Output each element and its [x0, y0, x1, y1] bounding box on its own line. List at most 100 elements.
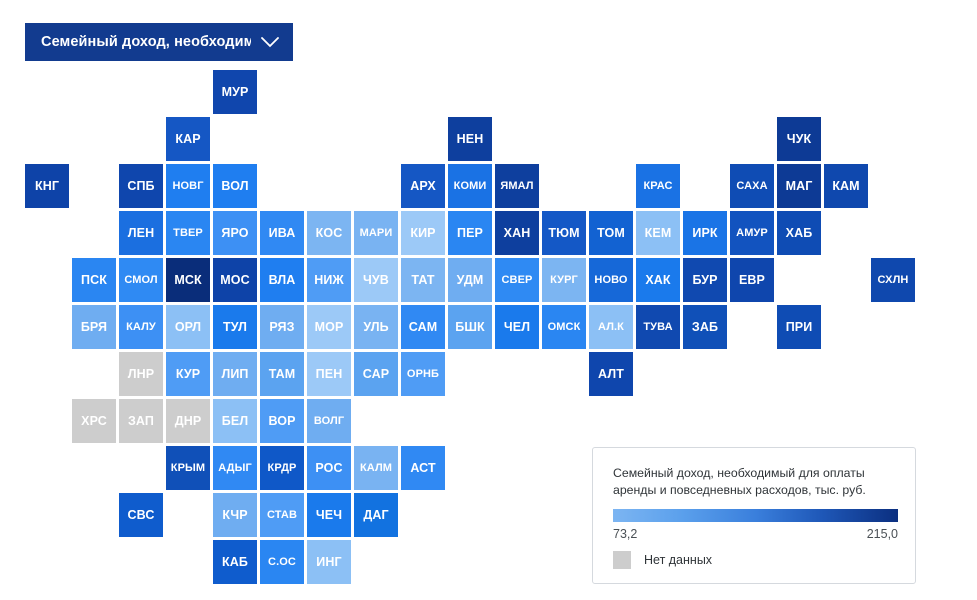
region-tile[interactable]: ЛЕН: [119, 211, 163, 255]
region-tile-label: ПРИ: [785, 319, 813, 334]
region-tile[interactable]: РОС: [307, 446, 351, 490]
region-tile[interactable]: САХА: [730, 164, 774, 208]
region-tile[interactable]: ДАГ: [354, 493, 398, 537]
region-tile[interactable]: КУР: [166, 352, 210, 396]
region-tile[interactable]: САР: [354, 352, 398, 396]
region-tile[interactable]: ЛИП: [213, 352, 257, 396]
region-tile[interactable]: ПЕР: [448, 211, 492, 255]
region-tile[interactable]: КНГ: [25, 164, 69, 208]
region-tile[interactable]: КРАС: [636, 164, 680, 208]
region-tile[interactable]: ВОЛ: [213, 164, 257, 208]
region-tile[interactable]: САМ: [401, 305, 445, 349]
region-tile-label: НОВГ: [172, 179, 204, 192]
region-tile[interactable]: ЧЕЛ: [495, 305, 539, 349]
region-tile[interactable]: НЕН: [448, 117, 492, 161]
region-tile[interactable]: РЯЗ: [260, 305, 304, 349]
region-tile[interactable]: ИНГ: [307, 540, 351, 584]
region-tile-label: КРДР: [267, 461, 297, 474]
region-tile[interactable]: АЛ.К: [589, 305, 633, 349]
region-tile[interactable]: ЯМАЛ: [495, 164, 539, 208]
region-tile[interactable]: КОС: [307, 211, 351, 255]
region-tile[interactable]: КУРГ: [542, 258, 586, 302]
region-tile[interactable]: ЗАБ: [683, 305, 727, 349]
region-tile[interactable]: ПРИ: [777, 305, 821, 349]
region-tile[interactable]: КАЛУ: [119, 305, 163, 349]
region-tile[interactable]: АРХ: [401, 164, 445, 208]
region-tile[interactable]: ЕВР: [730, 258, 774, 302]
region-tile[interactable]: ЯРО: [213, 211, 257, 255]
region-tile[interactable]: СВЕР: [495, 258, 539, 302]
region-tile-label: БУР: [692, 272, 718, 287]
region-tile[interactable]: СПБ: [119, 164, 163, 208]
region-tile-label: ДНР: [174, 413, 202, 428]
region-tile[interactable]: МАГ: [777, 164, 821, 208]
region-tile[interactable]: ТУВА: [636, 305, 680, 349]
region-tile-label: ТЮМ: [548, 225, 580, 240]
region-tile[interactable]: МСК: [166, 258, 210, 302]
region-tile[interactable]: БШК: [448, 305, 492, 349]
region-tile[interactable]: ЧЕЧ: [307, 493, 351, 537]
region-tile[interactable]: АСТ: [401, 446, 445, 490]
region-tile[interactable]: КАБ: [213, 540, 257, 584]
region-tile[interactable]: ТЮМ: [542, 211, 586, 255]
region-tile[interactable]: БЕЛ: [213, 399, 257, 443]
region-tile[interactable]: ОРЛ: [166, 305, 210, 349]
region-tile[interactable]: КЧР: [213, 493, 257, 537]
legend-max-label: 215,0: [866, 527, 898, 541]
region-tile[interactable]: ТОМ: [589, 211, 633, 255]
region-tile[interactable]: С.ОС: [260, 540, 304, 584]
region-tile[interactable]: УДМ: [448, 258, 492, 302]
region-tile[interactable]: АЛТ: [589, 352, 633, 396]
region-tile[interactable]: ТУЛ: [213, 305, 257, 349]
region-tile[interactable]: ХАБ: [777, 211, 821, 255]
region-tile[interactable]: ЧУК: [777, 117, 821, 161]
region-tile-label: ПЕН: [315, 366, 343, 381]
region-tile[interactable]: СВС: [119, 493, 163, 537]
region-tile[interactable]: ЧУВ: [354, 258, 398, 302]
region-tile[interactable]: ТВЕР: [166, 211, 210, 255]
region-tile[interactable]: ОМСК: [542, 305, 586, 349]
region-tile[interactable]: НОВО: [589, 258, 633, 302]
region-tile[interactable]: НИЖ: [307, 258, 351, 302]
region-tile[interactable]: ТАТ: [401, 258, 445, 302]
region-tile[interactable]: БРЯ: [72, 305, 116, 349]
region-tile[interactable]: КРЫМ: [166, 446, 210, 490]
region-tile[interactable]: СХЛН: [871, 258, 915, 302]
region-tile[interactable]: ЛНР: [119, 352, 163, 396]
region-tile[interactable]: СМОЛ: [119, 258, 163, 302]
region-tile[interactable]: ТАМ: [260, 352, 304, 396]
region-tile[interactable]: АДЫГ: [213, 446, 257, 490]
region-tile-label: КНГ: [34, 178, 60, 193]
region-tile[interactable]: СТАВ: [260, 493, 304, 537]
region-tile[interactable]: АМУР: [730, 211, 774, 255]
region-tile[interactable]: ВЛА: [260, 258, 304, 302]
region-tile[interactable]: КЕМ: [636, 211, 680, 255]
region-tile[interactable]: КРДР: [260, 446, 304, 490]
region-tile[interactable]: КАР: [166, 117, 210, 161]
region-tile[interactable]: ИРК: [683, 211, 727, 255]
region-tile[interactable]: ОРНБ: [401, 352, 445, 396]
region-tile[interactable]: БУР: [683, 258, 727, 302]
region-tile[interactable]: КАМ: [824, 164, 868, 208]
region-tile[interactable]: ХАН: [495, 211, 539, 255]
region-tile[interactable]: МУР: [213, 70, 257, 114]
region-tile[interactable]: ПЕН: [307, 352, 351, 396]
region-tile[interactable]: УЛЬ: [354, 305, 398, 349]
region-tile[interactable]: КОМИ: [448, 164, 492, 208]
region-tile[interactable]: МОР: [307, 305, 351, 349]
region-tile[interactable]: ИВА: [260, 211, 304, 255]
region-tile[interactable]: МОС: [213, 258, 257, 302]
region-tile[interactable]: ПСК: [72, 258, 116, 302]
region-tile[interactable]: ХАК: [636, 258, 680, 302]
region-tile-label: НОВО: [594, 273, 628, 286]
region-tile[interactable]: ХРС: [72, 399, 116, 443]
region-tile[interactable]: КАЛМ: [354, 446, 398, 490]
region-tile-label: ХАК: [645, 272, 671, 287]
region-tile[interactable]: ВОР: [260, 399, 304, 443]
region-tile[interactable]: НОВГ: [166, 164, 210, 208]
region-tile[interactable]: МАРИ: [354, 211, 398, 255]
region-tile[interactable]: ДНР: [166, 399, 210, 443]
region-tile[interactable]: ВОЛГ: [307, 399, 351, 443]
region-tile[interactable]: ЗАП: [119, 399, 163, 443]
region-tile[interactable]: КИР: [401, 211, 445, 255]
